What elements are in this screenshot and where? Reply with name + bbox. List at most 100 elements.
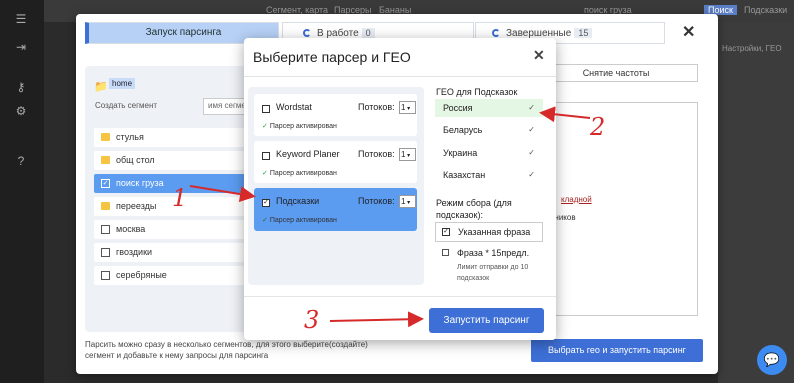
- threads-select[interactable]: 1 ▾: [399, 195, 416, 208]
- checked-checkbox-icon[interactable]: ✓: [442, 228, 450, 236]
- help-icon[interactable]: ?: [12, 154, 30, 168]
- start-parsing-button[interactable]: Запустить парсинг: [429, 308, 544, 333]
- menu-icon[interactable]: ☰: [12, 12, 30, 26]
- geo-option-ukraine[interactable]: Украина ✓: [435, 144, 543, 162]
- segment-item[interactable]: стулья: [94, 128, 264, 147]
- create-segment-label: Создать сегмент: [95, 101, 158, 110]
- parser-name: Подсказки: [276, 196, 320, 206]
- login-icon[interactable]: ⇥: [12, 40, 30, 54]
- geo-option-belarus[interactable]: Беларусь ✓: [435, 121, 543, 139]
- parser-name: Wordstat: [276, 102, 312, 112]
- segments-panel: 📁 home Создать сегмент имя сегмента стул…: [85, 66, 264, 332]
- check-icon: ✓: [528, 103, 535, 112]
- button-label: Выбрать гео и запустить парсинг: [548, 345, 686, 355]
- threads-label: Потоков:: [358, 149, 395, 159]
- choose-geo-launch-button[interactable]: Выбрать гео и запустить парсинг: [531, 339, 703, 362]
- checkbox-icon[interactable]: [101, 248, 110, 257]
- check-icon: ✓: [528, 148, 535, 157]
- parser-status: ✓ Парсер активирован: [262, 169, 337, 177]
- geo-label: Беларусь: [443, 125, 483, 135]
- segment-item[interactable]: гвоздики: [94, 243, 264, 262]
- status-text: Парсер активирован: [269, 217, 337, 224]
- left-sidebar: ☰ ⇥ ⚷ ⚙ ?: [0, 0, 44, 383]
- mode-option-phrase-15[interactable]: Фраза * 15предл.: [435, 248, 543, 258]
- check-icon: ✓: [262, 170, 268, 177]
- threads-label: Потоков:: [358, 196, 395, 206]
- status-text: Парсер активирован: [269, 170, 337, 177]
- parser-card-keyword-planer[interactable]: Keyword Planer Потоков: 1 ▾ ✓ Парсер акти…: [254, 141, 417, 183]
- parser-card-suggestions[interactable]: ✓ Подсказки Потоков: 1 ▾ ✓ Парсер активир…: [254, 188, 417, 231]
- chat-icon[interactable]: 💬: [757, 345, 787, 375]
- close-icon[interactable]: ✕: [682, 22, 695, 42]
- footnote: Парсить можно сразу в несколько сегменто…: [85, 340, 368, 360]
- bg-right-menu[interactable]: Подсказки: [744, 5, 787, 15]
- mode-limit-note: Лимит отправки до 10 подсказок: [457, 264, 529, 282]
- parser-card-wordstat[interactable]: Wordstat Потоков: 1 ▾ ✓ Парсер активирова…: [254, 94, 417, 136]
- modal-title: Выберите парсер и ГЕО: [253, 49, 411, 65]
- geo-label: Казахстан: [443, 170, 486, 180]
- threads-select[interactable]: 1 ▾: [399, 101, 416, 114]
- close-icon[interactable]: ✕: [533, 47, 545, 64]
- parsers-panel: Wordstat Потоков: 1 ▾ ✓ Парсер активирова…: [248, 87, 424, 285]
- mode-label: Указанная фраза: [458, 227, 531, 237]
- mode-option-exact-phrase[interactable]: ✓ Указанная фраза: [435, 222, 543, 242]
- check-icon: ✓: [262, 217, 268, 224]
- parser-geo-modal: Выберите парсер и ГЕО ✕ Wordstat Потоков…: [244, 38, 556, 340]
- annotation-number-1: 1: [172, 184, 188, 212]
- background-right-panel: Настройки, ГЕО: [718, 22, 794, 383]
- segment-item[interactable]: серебряные: [94, 266, 264, 285]
- segment-label: поиск груза: [116, 178, 164, 188]
- segment-label: серебряные: [116, 270, 167, 280]
- divider: [244, 76, 556, 77]
- geo-title: ГЕО для Подсказок: [436, 87, 518, 97]
- segment-label: гвоздики: [116, 247, 153, 257]
- parser-status: ✓ Парсер активирован: [262, 122, 337, 130]
- segment-label: стулья: [116, 132, 144, 142]
- geo-option-russia[interactable]: Россия ✓: [435, 99, 543, 117]
- parser-name: Keyword Planer: [276, 149, 340, 159]
- key-icon[interactable]: ⚷: [12, 80, 30, 94]
- checkbox-icon[interactable]: [442, 249, 449, 256]
- geo-label: Украина: [443, 148, 478, 158]
- bg-tab-fragment: Настройки, ГЕО: [722, 44, 782, 53]
- check-icon: ✓: [528, 170, 535, 179]
- button-label: Запустить парсинг: [443, 315, 530, 326]
- threads-label: Потоков:: [358, 102, 395, 112]
- segment-item[interactable]: общ стол: [94, 151, 264, 170]
- parser-status: ✓ Парсер активирован: [262, 216, 337, 224]
- threads-select[interactable]: 1 ▾: [399, 148, 416, 161]
- geo-label: Россия: [443, 103, 473, 113]
- tab-label: Запуск парсинга: [145, 27, 222, 38]
- geo-option-kazakhstan[interactable]: Казахстан ✓: [435, 166, 543, 184]
- checkbox-icon[interactable]: [101, 271, 110, 280]
- queries-textarea[interactable]: кладной едиников: [534, 102, 698, 316]
- checkbox-icon[interactable]: [262, 152, 270, 160]
- home-folder-chip[interactable]: home: [109, 78, 136, 89]
- status-text: Парсер активирован: [269, 123, 337, 130]
- mode-title: Режим сбора (для подсказок):: [436, 198, 512, 220]
- checkbox-icon[interactable]: [262, 105, 270, 113]
- checked-checkbox-icon[interactable]: ✓: [101, 179, 110, 188]
- bg-text: кладной: [561, 195, 592, 204]
- frequency-button-label: Снятие частоты: [582, 68, 650, 78]
- segment-item[interactable]: москва: [94, 220, 264, 239]
- frequency-button[interactable]: Снятие частоты: [534, 64, 698, 82]
- annotation-number-2: 2: [590, 113, 606, 141]
- folder-icon: [101, 202, 110, 210]
- progress-icon: [492, 29, 500, 37]
- checkbox-icon[interactable]: [101, 225, 110, 234]
- segment-label: москва: [116, 224, 146, 234]
- folder-icon: [101, 133, 110, 141]
- divider: [244, 296, 556, 297]
- checked-checkbox-icon[interactable]: ✓: [262, 199, 270, 207]
- tab-count: 15: [574, 28, 593, 38]
- settings-icon[interactable]: ⚙: [12, 104, 30, 118]
- mode-label: Фраза * 15предл.: [457, 248, 530, 258]
- segment-label: переезды: [116, 201, 157, 211]
- annotation-number-3: 3: [304, 306, 320, 334]
- check-icon: ✓: [262, 123, 268, 130]
- check-icon: ✓: [528, 125, 535, 134]
- folder-icon: 📁: [94, 81, 108, 93]
- progress-icon: [303, 29, 311, 37]
- folder-icon: [101, 156, 110, 164]
